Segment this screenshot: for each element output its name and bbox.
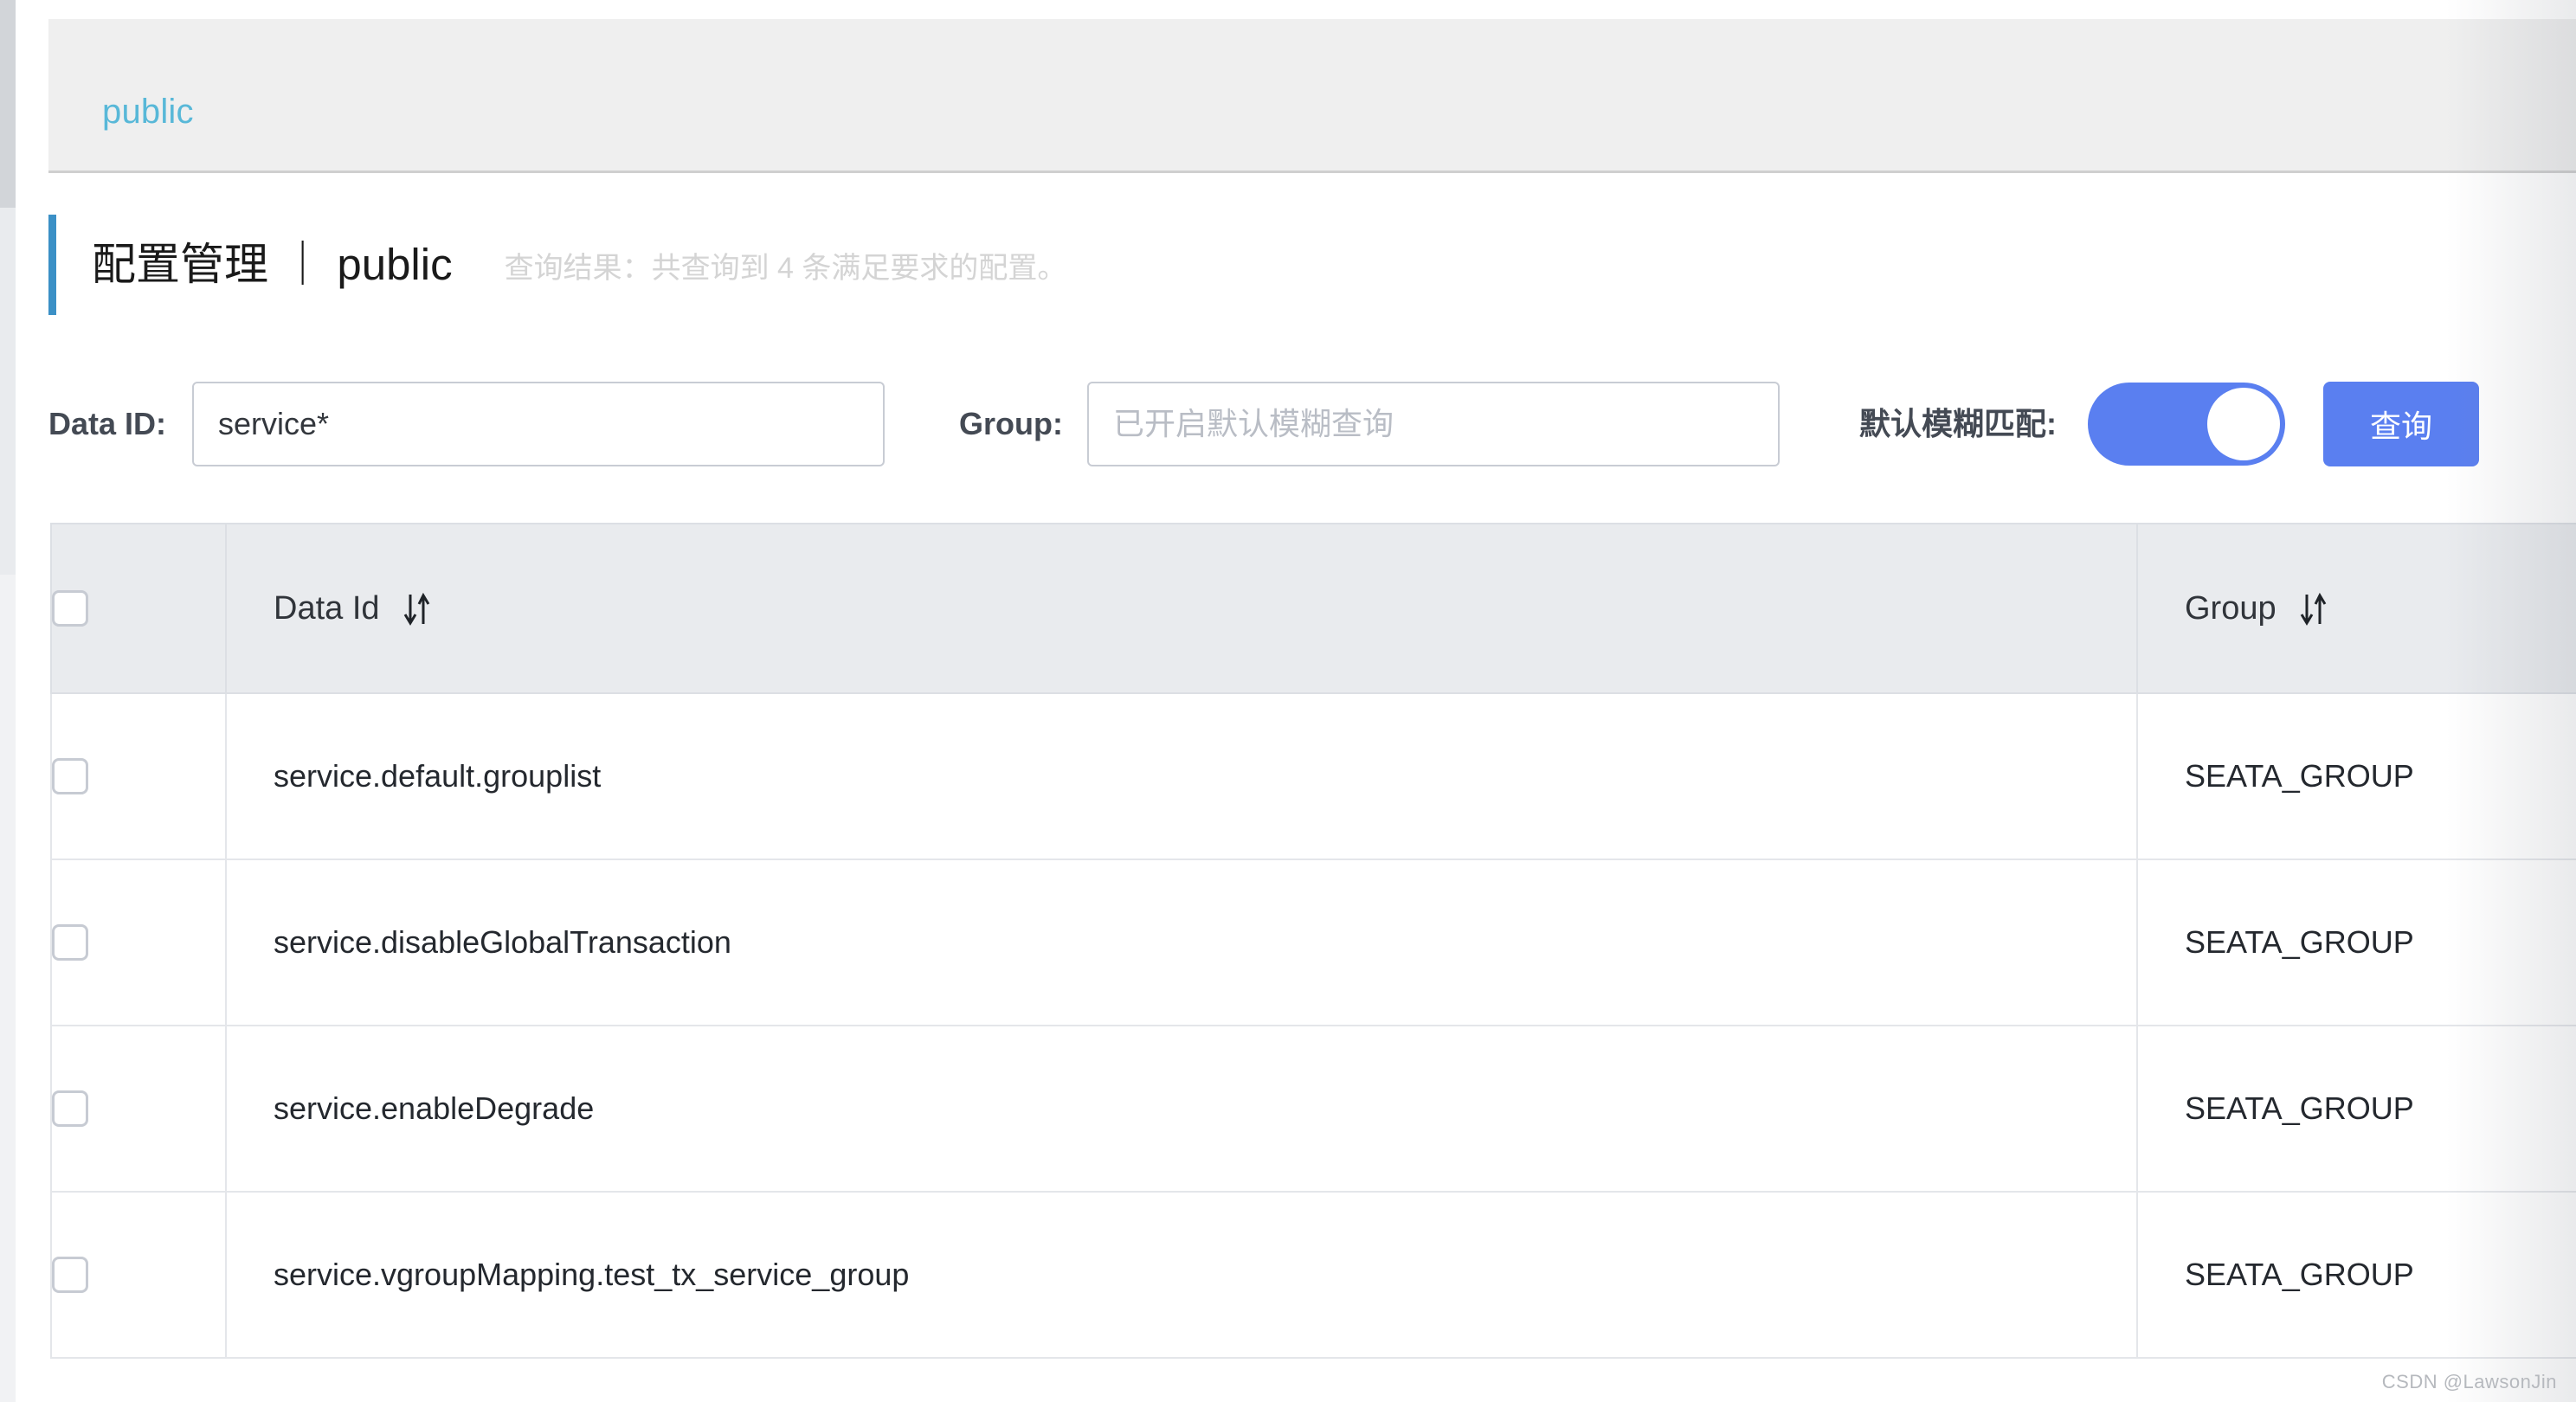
select-all-checkbox[interactable]	[52, 590, 88, 627]
namespace-tab-bar: public	[48, 19, 2576, 173]
cell-data-id: service.vgroupMapping.test_tx_service_gr…	[226, 1192, 2137, 1358]
cell-group: SEATA_GROUP	[2137, 859, 2576, 1026]
gutter-segment-bottom	[0, 575, 16, 1402]
cell-group-text: SEATA_GROUP	[2138, 1257, 2576, 1293]
column-header-group[interactable]: Group	[2137, 524, 2576, 693]
data-id-input[interactable]	[192, 382, 885, 466]
title-accent-bar	[48, 215, 56, 315]
gutter-segment-top	[0, 0, 16, 208]
page-title: 配置管理 ｜ public	[92, 239, 453, 291]
cell-data-id-text: service.default.grouplist	[227, 758, 2136, 794]
row-checkbox[interactable]	[52, 924, 88, 961]
config-management-page: public 配置管理 ｜ public 查询结果：共查询到 4 条满足要求的配…	[0, 0, 2576, 1402]
table-row: service.enableDegradeSEATA_GROUP	[51, 1026, 2576, 1192]
table-row: service.disableGlobalTransactionSEATA_GR…	[51, 859, 2576, 1026]
row-select-cell	[51, 1026, 226, 1192]
sort-updown-icon[interactable]	[402, 591, 432, 632]
select-all-header-cell	[51, 524, 226, 693]
column-header-group-label: Group	[2138, 590, 2277, 627]
page-title-row: 配置管理 ｜ public 查询结果：共查询到 4 条满足要求的配置。	[48, 215, 1066, 315]
group-label: Group:	[959, 405, 1063, 443]
table-header: Data Id Group	[51, 524, 2576, 693]
sidebar-gutter	[0, 0, 16, 1402]
cell-data-id-text: service.enableDegrade	[227, 1090, 2136, 1127]
row-select-cell	[51, 859, 226, 1026]
cell-group-text: SEATA_GROUP	[2138, 758, 2576, 794]
watermark: CSDN @LawsonJin	[2382, 1371, 2557, 1393]
cell-group: SEATA_GROUP	[2137, 693, 2576, 859]
sort-updown-icon[interactable]	[2299, 591, 2328, 632]
search-filter-bar: Data ID: Group: 默认模糊匹配: 查询	[48, 379, 2576, 469]
config-table: Data Id Group	[50, 523, 2576, 1359]
cell-data-id-text: service.disableGlobalTransaction	[227, 924, 2136, 961]
table-header-row: Data Id Group	[51, 524, 2576, 693]
data-id-label: Data ID:	[48, 405, 166, 443]
cell-group-text: SEATA_GROUP	[2138, 924, 2576, 961]
query-button[interactable]: 查询	[2323, 382, 2479, 466]
row-select-cell	[51, 1192, 226, 1358]
row-checkbox[interactable]	[52, 1090, 88, 1127]
namespace-tab-public[interactable]: public	[102, 92, 194, 132]
config-table-container: Data Id Group	[50, 523, 2576, 1364]
column-header-data-id-label: Data Id	[227, 590, 380, 627]
cell-data-id: service.disableGlobalTransaction	[226, 859, 2137, 1026]
group-input[interactable]	[1087, 382, 1780, 466]
gutter-edge-spacer	[16, 0, 48, 1402]
fuzzy-match-toggle[interactable]	[2088, 383, 2285, 466]
gutter-segment-mid	[0, 208, 16, 575]
row-checkbox[interactable]	[52, 1257, 88, 1293]
table-row: service.vgroupMapping.test_tx_service_gr…	[51, 1192, 2576, 1358]
cell-data-id: service.enableDegrade	[226, 1026, 2137, 1192]
table-row: service.default.grouplistSEATA_GROUP	[51, 693, 2576, 859]
cell-group-text: SEATA_GROUP	[2138, 1090, 2576, 1127]
cell-group: SEATA_GROUP	[2137, 1192, 2576, 1358]
table-body: service.default.grouplistSEATA_GROUPserv…	[51, 693, 2576, 1358]
fuzzy-match-label: 默认模糊匹配:	[1859, 405, 2057, 443]
column-header-data-id[interactable]: Data Id	[226, 524, 2137, 693]
cell-data-id: service.default.grouplist	[226, 693, 2137, 859]
cell-data-id-text: service.vgroupMapping.test_tx_service_gr…	[227, 1257, 2136, 1293]
cell-group: SEATA_GROUP	[2137, 1026, 2576, 1192]
row-checkbox[interactable]	[52, 758, 88, 794]
row-select-cell	[51, 693, 226, 859]
toggle-knob	[2207, 388, 2280, 460]
query-result-summary: 查询结果：共查询到 4 条满足要求的配置。	[505, 243, 1067, 286]
